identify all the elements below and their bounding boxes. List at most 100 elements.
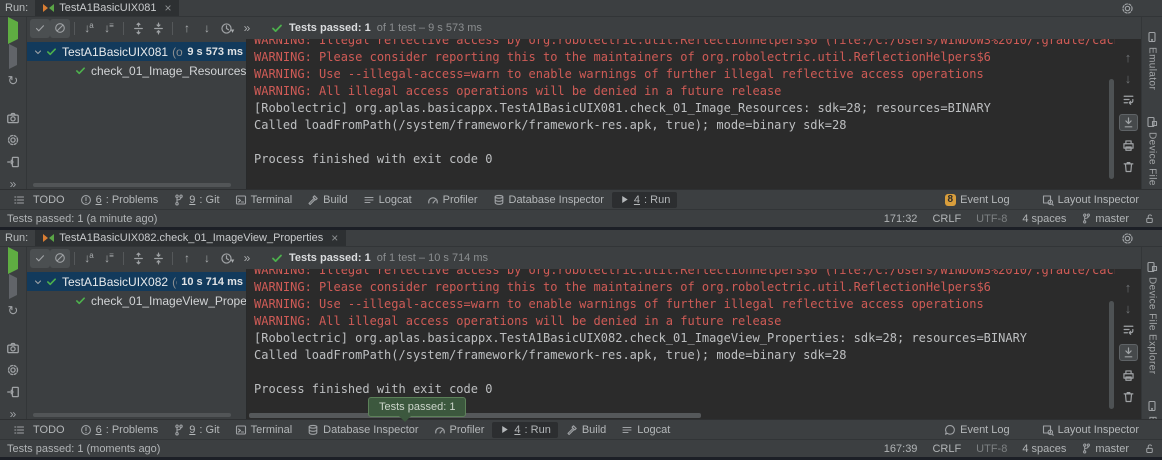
event-log-button[interactable]: Event Log (937, 422, 1017, 438)
run-tab[interactable]: TestA1BasicUIX081 × (35, 0, 179, 16)
toolwindow-button-terminal[interactable]: Terminal (228, 422, 300, 438)
test-history-icon[interactable]: ▾ (217, 249, 237, 268)
console-output[interactable]: WARNING: Illegal reflective access by or… (247, 39, 1115, 189)
settings-gear-icon[interactable] (1121, 232, 1134, 245)
show-passed-icon[interactable] (30, 249, 50, 268)
clear-console-icon[interactable] (1122, 390, 1135, 403)
console-horizontal-scrollbar[interactable] (249, 413, 701, 418)
lock-icon[interactable] (1144, 443, 1155, 454)
line-separator-widget[interactable]: CRLF (932, 443, 961, 455)
rerun-tests-button[interactable] (8, 22, 18, 40)
chevron-down-icon[interactable] (34, 48, 42, 56)
toolwindow-button-problems[interactable]: 6: Problems (73, 192, 166, 208)
toolwindow-button-terminal[interactable]: Terminal (228, 192, 300, 208)
test-settings-button[interactable] (6, 363, 20, 377)
down-stacktrace-icon[interactable]: ↓ (1125, 302, 1132, 315)
indent-widget[interactable]: 4 spaces (1022, 213, 1066, 225)
close-icon[interactable]: × (164, 3, 171, 13)
test-history-icon[interactable]: ▾ (217, 19, 237, 38)
scroll-to-end-icon[interactable] (1119, 114, 1138, 131)
encoding-widget[interactable]: UTF-8 (976, 213, 1007, 225)
encoding-widget[interactable]: UTF-8 (976, 443, 1007, 455)
soft-wrap-icon[interactable] (1122, 323, 1135, 336)
toolwindow-button-build[interactable]: Build (559, 422, 613, 438)
lock-icon[interactable] (1144, 213, 1155, 224)
console-vertical-scrollbar[interactable] (1109, 79, 1114, 179)
event-log-button[interactable]: 8Event Log (938, 192, 1017, 208)
up-stacktrace-icon[interactable]: ↑ (1125, 51, 1132, 64)
toolwindow-button-profiler[interactable]: Profiler (420, 192, 485, 208)
previous-failed-test-icon[interactable]: ↑ (177, 19, 197, 38)
up-stacktrace-icon[interactable]: ↑ (1125, 281, 1132, 294)
next-failed-test-icon[interactable]: ↓ (197, 249, 217, 268)
show-ignored-icon[interactable] (50, 19, 70, 38)
tree-row-test-method[interactable]: check_01_Image_Resources 9 s 573 ms (27, 61, 246, 80)
thread-dump-button[interactable] (6, 111, 20, 125)
more-toolbar-icon[interactable]: » (237, 19, 257, 38)
collapse-all-icon[interactable] (148, 19, 168, 38)
git-branch-widget[interactable]: master (1081, 213, 1129, 225)
toggle-auto-test-icon[interactable]: ↻ (8, 74, 19, 87)
close-icon[interactable]: × (331, 233, 338, 243)
line-separator-widget[interactable]: CRLF (932, 213, 961, 225)
console-vertical-scrollbar[interactable] (1109, 301, 1114, 409)
rerun-tests-button[interactable] (8, 252, 18, 270)
settings-gear-icon[interactable] (1121, 2, 1134, 15)
toolwindow-button-database-inspector[interactable]: Database Inspector (300, 422, 425, 438)
layout-inspector-button[interactable]: Layout Inspector (1035, 192, 1146, 208)
toolwindow-button-todo[interactable]: TODO (6, 192, 72, 208)
more-toolbar-icon[interactable]: » (237, 249, 257, 268)
show-passed-icon[interactable] (30, 19, 50, 38)
test-tree[interactable]: TestA1BasicUIX082 (org.aplas.basica 10 s… (27, 269, 246, 419)
toolwindow-button-todo[interactable]: TODO (6, 422, 72, 438)
indent-widget[interactable]: 4 spaces (1022, 443, 1066, 455)
import-tests-button[interactable] (6, 385, 20, 399)
thread-dump-button[interactable] (6, 341, 20, 355)
sort-alphabetically-icon[interactable]: ↓a (79, 249, 99, 268)
test-settings-button[interactable] (6, 133, 20, 147)
sort-alphabetically-icon[interactable]: ↓a (79, 19, 99, 38)
import-tests-button[interactable] (6, 155, 20, 169)
previous-failed-test-icon[interactable]: ↑ (177, 249, 197, 268)
next-failed-test-icon[interactable]: ↓ (197, 19, 217, 38)
down-stacktrace-icon[interactable]: ↓ (1125, 72, 1132, 85)
toolwindow-button-run[interactable]: 4: Run (492, 422, 557, 438)
test-tree[interactable]: TestA1BasicUIX081 (org.aplas.basica 9 s … (27, 39, 246, 189)
toolwindow-button-git[interactable]: 9: Git (166, 422, 226, 438)
chevron-down-icon[interactable] (34, 278, 42, 286)
rerun-failed-tests-button[interactable] (9, 278, 17, 296)
toolwindow-button-database-inspector[interactable]: Database Inspector (486, 192, 611, 208)
sort-by-duration-icon[interactable]: ↓≡ (99, 249, 119, 268)
toggle-auto-test-icon[interactable]: ↻ (8, 304, 19, 317)
git-branch-widget[interactable]: master (1081, 443, 1129, 455)
expand-all-icon[interactable] (128, 19, 148, 38)
toolwindow-button-git[interactable]: 9: Git (166, 192, 226, 208)
toolwindow-button-build[interactable]: Build (300, 192, 354, 208)
tree-row-test-class[interactable]: TestA1BasicUIX081 (org.aplas.basica 9 s … (27, 42, 246, 61)
toolwindow-button-device-file-explorer[interactable]: Device File Explorer (1146, 261, 1158, 374)
caret-position-widget[interactable]: 167:39 (884, 443, 918, 455)
toolwindow-button-logcat[interactable]: Logcat (356, 192, 419, 208)
run-tab[interactable]: TestA1BasicUIX082.check_01_ImageView_Pro… (35, 230, 346, 246)
toolwindow-button-logcat[interactable]: Logcat (614, 422, 677, 438)
toolwindow-button-run[interactable]: 4: Run (612, 192, 677, 208)
print-icon[interactable] (1122, 369, 1135, 382)
print-icon[interactable] (1122, 139, 1135, 152)
toolwindow-button-problems[interactable]: 6: Problems (73, 422, 166, 438)
show-ignored-icon[interactable] (50, 249, 70, 268)
expand-all-icon[interactable] (128, 249, 148, 268)
rerun-failed-tests-button[interactable] (9, 48, 17, 66)
scroll-to-end-icon[interactable] (1119, 344, 1138, 361)
tree-horizontal-scrollbar[interactable] (33, 183, 231, 187)
tree-horizontal-scrollbar[interactable] (33, 413, 231, 417)
collapse-all-icon[interactable] (148, 249, 168, 268)
tree-row-test-method[interactable]: check_01_ImageView_Properties 10 s 714 m… (27, 291, 246, 310)
soft-wrap-icon[interactable] (1122, 93, 1135, 106)
tree-row-test-class[interactable]: TestA1BasicUIX082 (org.aplas.basica 10 s… (27, 272, 246, 291)
toolwindow-button-profiler[interactable]: Profiler (427, 422, 492, 438)
clear-console-icon[interactable] (1122, 160, 1135, 173)
layout-inspector-button[interactable]: Layout Inspector (1035, 422, 1146, 438)
sort-by-duration-icon[interactable]: ↓≡ (99, 19, 119, 38)
caret-position-widget[interactable]: 171:32 (884, 213, 918, 225)
toolwindow-button-emulator[interactable]: Emulator (1146, 31, 1158, 90)
